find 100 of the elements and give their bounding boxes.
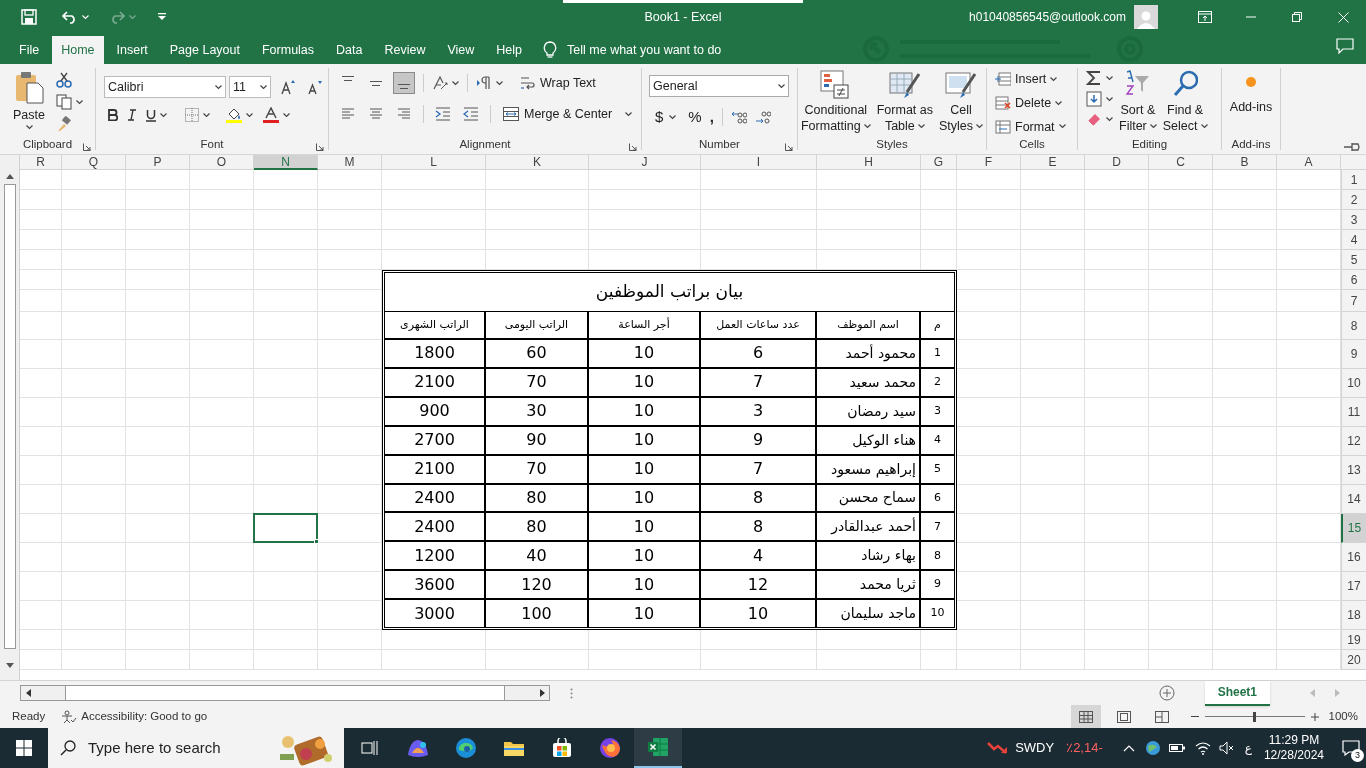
row-header[interactable]: 7 [1341, 290, 1366, 312]
column-header[interactable]: A [1277, 155, 1341, 170]
italic-button[interactable] [128, 109, 136, 121]
ribbon-tab[interactable]: Insert [107, 36, 157, 64]
pin-ribbon-button[interactable] [1344, 142, 1360, 152]
cells-button[interactable]: Insert [995, 70, 1077, 89]
number-format-field[interactable]: General [649, 75, 789, 97]
paste-button[interactable]: Paste [10, 70, 48, 130]
ribbon-tab[interactable]: Help [487, 36, 532, 64]
style-button[interactable]: Cell Styles [939, 70, 984, 134]
dialog-launcher-button[interactable] [629, 143, 637, 151]
cells-button[interactable]: Format [995, 117, 1077, 137]
customize-toolbar-button[interactable] [158, 13, 166, 21]
autosum-button[interactable] [1086, 70, 1113, 86]
column-header[interactable]: B [1213, 155, 1277, 170]
row-header[interactable]: 19 [1341, 630, 1366, 650]
zoom-out-button[interactable] [1190, 715, 1199, 718]
taskbar-search-field[interactable]: Type here to search [48, 728, 344, 768]
taskbar-app[interactable] [634, 728, 682, 768]
fill-color-button[interactable] [226, 107, 253, 123]
column-header[interactable]: G [921, 155, 957, 170]
tell-me-search[interactable]: Tell me what you want to do [567, 40, 722, 60]
column-header[interactable]: L [382, 155, 486, 170]
vertical-scrollbar[interactable] [0, 155, 20, 680]
ribbon-tab[interactable]: Formulas [252, 36, 324, 64]
row-header[interactable]: 15 [1341, 514, 1366, 543]
underline-button[interactable] [146, 108, 167, 122]
column-header[interactable]: Q [62, 155, 126, 170]
wrap-text-button[interactable]: Wrap Text [519, 73, 596, 93]
column-header[interactable]: J [589, 155, 701, 170]
dialog-launcher-button[interactable] [316, 143, 324, 151]
horizontal-scrollbar[interactable] [20, 685, 550, 701]
vertical-align-button[interactable] [393, 72, 415, 94]
font-size-field[interactable]: 11 [229, 76, 271, 98]
decrease-font-button[interactable] [307, 79, 323, 95]
row-header[interactable]: 5 [1341, 250, 1366, 270]
sheet-tab[interactable]: Sheet1 [1204, 680, 1270, 706]
row-header[interactable]: 10 [1341, 369, 1366, 398]
row-header[interactable]: 11 [1341, 398, 1366, 427]
row-header[interactable]: 12 [1341, 427, 1366, 456]
editing-button[interactable]: Find & Select [1162, 70, 1208, 134]
comments-button[interactable] [1336, 38, 1354, 54]
column-header[interactable]: O [190, 155, 254, 170]
increase-decimal-button[interactable] [730, 110, 747, 125]
ribbon-tab[interactable]: Page Layout [160, 36, 249, 64]
normal-view-button[interactable] [1070, 705, 1101, 728]
column-header[interactable]: N [254, 155, 318, 170]
scrollbar-thumb[interactable] [3, 184, 16, 649]
dialog-launcher-button[interactable] [83, 143, 91, 151]
save-button[interactable] [20, 8, 38, 26]
ribbon-tab[interactable]: Data [327, 36, 372, 64]
ribbon-tab[interactable]: Home [52, 36, 104, 64]
row-header[interactable]: 6 [1341, 270, 1366, 290]
percent-button[interactable]: % [688, 106, 702, 129]
row-header[interactable]: 1 [1341, 170, 1366, 190]
ribbon-tab[interactable]: Review [375, 36, 435, 64]
row-header[interactable]: 8 [1341, 312, 1366, 340]
editing-button[interactable]: Sort & Filter [1119, 70, 1157, 134]
new-sheet-button[interactable] [1158, 685, 1175, 701]
dialog-launcher-button[interactable] [785, 143, 793, 151]
comma-button[interactable]: , [709, 106, 714, 129]
notifications-button[interactable]: 3 [1336, 728, 1366, 768]
column-header[interactable]: P [126, 155, 190, 170]
font-name-field[interactable]: Calibri [104, 76, 226, 98]
selected-cell[interactable] [253, 513, 318, 543]
row-header[interactable]: 14 [1341, 485, 1366, 514]
merge-center-button[interactable]: Merge & Center [503, 104, 633, 124]
scrollbar-thumb[interactable] [65, 686, 505, 700]
row-header[interactable]: 2 [1341, 190, 1366, 210]
cells-button[interactable]: Delete [995, 93, 1077, 113]
column-header[interactable]: K [486, 155, 589, 170]
column-header[interactable]: I [701, 155, 817, 170]
column-header[interactable]: M [318, 155, 382, 170]
decrease-decimal-button[interactable] [754, 110, 771, 125]
zoom-level[interactable]: 100% [1328, 707, 1358, 726]
currency-button[interactable]: $ [655, 106, 677, 129]
row-header[interactable]: 17 [1341, 572, 1366, 601]
row-header[interactable]: 16 [1341, 543, 1366, 572]
row-header[interactable]: 13 [1341, 456, 1366, 485]
undo-button[interactable] [62, 10, 89, 24]
zoom-slider-thumb[interactable] [1253, 711, 1257, 722]
row-header[interactable]: 9 [1341, 340, 1366, 369]
input-language[interactable]: ع [1244, 739, 1252, 757]
accessibility-status[interactable]: Accessibility: Good to go [81, 707, 208, 726]
clear-button[interactable] [1086, 112, 1113, 126]
column-header[interactable]: D [1085, 155, 1149, 170]
column-header[interactable]: F [957, 155, 1021, 170]
row-header[interactable]: 3 [1341, 210, 1366, 230]
bold-button[interactable] [108, 109, 118, 121]
column-header[interactable]: E [1021, 155, 1085, 170]
show-hidden-icons-button[interactable] [1122, 744, 1135, 752]
fill-button[interactable] [1086, 91, 1113, 107]
row-header[interactable]: 4 [1341, 230, 1366, 250]
borders-button[interactable] [185, 108, 210, 122]
font-color-button[interactable] [263, 107, 290, 123]
copy-button[interactable] [56, 94, 83, 110]
zoom-in-button[interactable] [1310, 712, 1319, 721]
style-button[interactable]: Conditional Formatting [800, 70, 871, 134]
column-header[interactable]: R [20, 155, 62, 170]
row-header[interactable]: 20 [1341, 650, 1366, 670]
